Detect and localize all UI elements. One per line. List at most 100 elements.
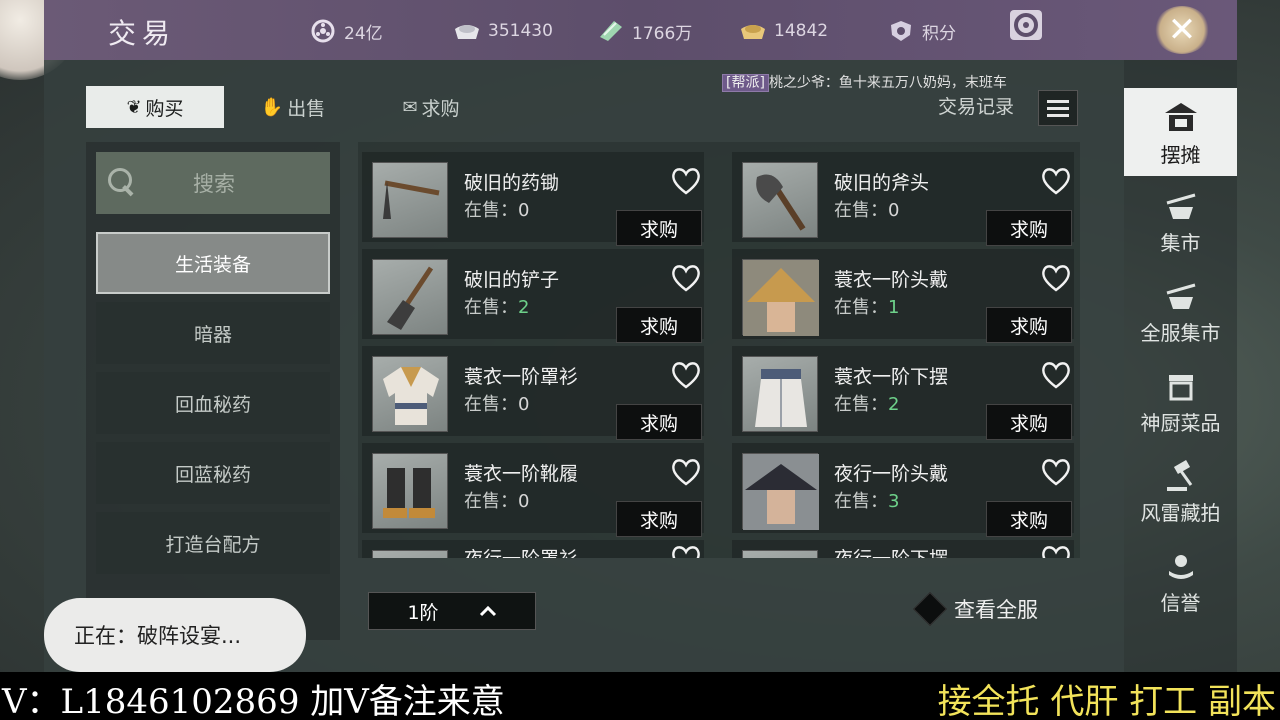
list-menu-button[interactable] (1038, 90, 1078, 126)
page-title: 交易 (108, 17, 177, 50)
item-thumbnail-night-hat (742, 453, 819, 530)
request-buy-button[interactable]: 求购 (616, 307, 702, 343)
hand-sell-icon: ✋ (260, 96, 284, 118)
nav-auction[interactable]: 风雷藏拍 (1124, 446, 1237, 534)
category-life-gear[interactable]: 生活装备 (96, 232, 330, 294)
favorite-heart-icon[interactable] (1040, 166, 1072, 196)
points-button[interactable]: 积分 (886, 16, 956, 46)
nav-kitchen[interactable]: 神厨菜品 (1124, 356, 1237, 444)
favorite-heart-icon[interactable] (670, 457, 702, 487)
item-card[interactable]: 夜行一阶罩衫 (362, 540, 704, 558)
item-card[interactable]: 蓑衣一阶靴履 在售：0 求购 (362, 443, 704, 537)
request-buy-button[interactable]: 求购 (986, 501, 1072, 537)
gold-ingot-icon (738, 19, 768, 43)
favorite-heart-icon[interactable] (1040, 457, 1072, 487)
request-buy-button[interactable]: 求购 (986, 404, 1072, 440)
item-card[interactable]: 夜行一阶头戴 在售：3 求购 (732, 443, 1074, 537)
server-market-icon (1166, 283, 1195, 309)
close-button[interactable]: ✕ (1153, 4, 1211, 56)
currency-gold-value: 14842 (774, 21, 829, 41)
guild-notice: [帮派] 桃之少爷：鱼十来五万八奶妈，末班车 (722, 72, 1007, 92)
nav-reputation[interactable]: 信誉 (1124, 536, 1237, 624)
currency-gold: 14842 (738, 16, 828, 46)
favorite-heart-icon[interactable] (1040, 263, 1072, 293)
item-card[interactable]: 破旧的药锄 在售：0 求购 (362, 152, 704, 246)
checkbox-diamond-icon (913, 592, 947, 626)
category-hp-potions[interactable]: 回血秘药 (96, 372, 330, 434)
search-label: 搜索 (193, 172, 235, 196)
item-card[interactable]: 蓑衣一阶头戴 在售：1 求购 (732, 249, 1074, 343)
settings-wheel[interactable] (1006, 9, 1046, 42)
item-thumbnail-boots (372, 453, 448, 529)
silver-ingot-icon (452, 19, 482, 43)
item-card[interactable]: 蓑衣一阶罩衫 在售：0 求购 (362, 346, 704, 440)
nav-market[interactable]: 集市 (1124, 176, 1237, 264)
reputation-icon (1168, 555, 1193, 579)
category-hidden-weapons[interactable]: 暗器 (96, 302, 330, 364)
item-name: 破旧的铲子 (464, 269, 560, 291)
item-card[interactable]: 破旧的斧头 在售：0 求购 (732, 152, 1074, 246)
list-icon-line (1047, 113, 1069, 117)
points-label: 积分 (922, 23, 956, 44)
stock-prefix: 在售： (464, 297, 518, 318)
request-buy-button[interactable]: 求购 (616, 501, 702, 537)
auction-hammer-icon (1166, 460, 1192, 491)
favorite-heart-icon[interactable] (1040, 544, 1072, 558)
item-name: 蓑衣一阶罩衫 (464, 366, 579, 388)
market-cart-icon (1166, 193, 1195, 219)
tab-request[interactable]: ✉ 求购 (362, 86, 500, 128)
item-name: 夜行一阶罩衫 (464, 544, 578, 558)
item-stock: 在售：2 (834, 390, 899, 416)
request-buy-button[interactable]: 求购 (616, 210, 702, 246)
request-buy-button[interactable]: 求购 (616, 404, 702, 440)
tab-sell[interactable]: ✋ 出售 (224, 86, 362, 128)
nav-server-market-label: 全服集市 (1140, 321, 1221, 345)
item-card[interactable]: 夜行一阶下摆 (732, 540, 1074, 558)
trade-records-link[interactable]: 交易记录 (938, 92, 1014, 119)
tier-select[interactable]: 1阶 (368, 592, 536, 630)
favorite-heart-icon[interactable] (670, 263, 702, 293)
item-name: 破旧的药锄 (464, 172, 560, 194)
item-name: 蓑衣一阶下摆 (834, 366, 949, 388)
request-buy-button[interactable]: 求购 (986, 307, 1072, 343)
request-buy-button[interactable]: 求购 (986, 210, 1072, 246)
nav-auction-label: 风雷藏拍 (1140, 501, 1221, 525)
currency-silver: 351430 (452, 16, 553, 46)
stall-icon (1164, 103, 1197, 131)
item-card[interactable]: 蓑衣一阶下摆 在售：2 求购 (732, 346, 1074, 440)
settings-wheel-icon (1006, 6, 1046, 49)
favorite-heart-icon[interactable] (1040, 360, 1072, 390)
item-thumbnail-robe (372, 356, 448, 432)
stock-count: 3 (888, 491, 900, 512)
item-thumbnail-hoe (372, 162, 448, 238)
category-forge-recipes[interactable]: 打造台配方 (96, 512, 330, 574)
stock-prefix: 在售： (464, 200, 518, 221)
coin-reel-icon (308, 19, 338, 43)
currency-coins: 24亿 (308, 16, 383, 46)
item-name: 蓑衣一阶靴履 (464, 463, 579, 485)
nav-server-market[interactable]: 全服集市 (1124, 266, 1237, 354)
stock-count: 0 (888, 200, 900, 221)
view-all-server-toggle[interactable]: 查看全服 (913, 592, 1038, 626)
guild-tag: [帮派] (722, 74, 769, 92)
item-stock: 在售：0 (464, 390, 529, 416)
item-thumbnail-shovel (372, 259, 448, 335)
item-thumbnail (372, 550, 448, 558)
item-stock: 在售：0 (464, 196, 529, 222)
search-icon (108, 168, 138, 198)
list-icon-line (1047, 106, 1069, 110)
tab-buy[interactable]: ❦ 购买 (86, 86, 224, 128)
guild-notice-text: 桃之少爷：鱼十来五万八奶妈，末班车 (768, 75, 1007, 91)
item-card[interactable]: 破旧的铲子 在售：2 求购 (362, 249, 704, 343)
search-button[interactable]: 搜索 (96, 152, 330, 214)
favorite-heart-icon[interactable] (670, 544, 702, 558)
request-icon: ✉ (402, 96, 418, 118)
tier-label: 1阶 (407, 601, 439, 624)
favorite-heart-icon[interactable] (670, 166, 702, 196)
nav-kitchen-label: 神厨菜品 (1140, 411, 1221, 435)
banner-right-text: 接全托 代肝 打工 副本 (937, 682, 1276, 720)
category-mp-potions[interactable]: 回蓝秘药 (96, 442, 330, 504)
favorite-heart-icon[interactable] (670, 360, 702, 390)
nav-stall[interactable]: 摆摊 (1124, 88, 1237, 176)
stock-count: 2 (888, 394, 900, 415)
